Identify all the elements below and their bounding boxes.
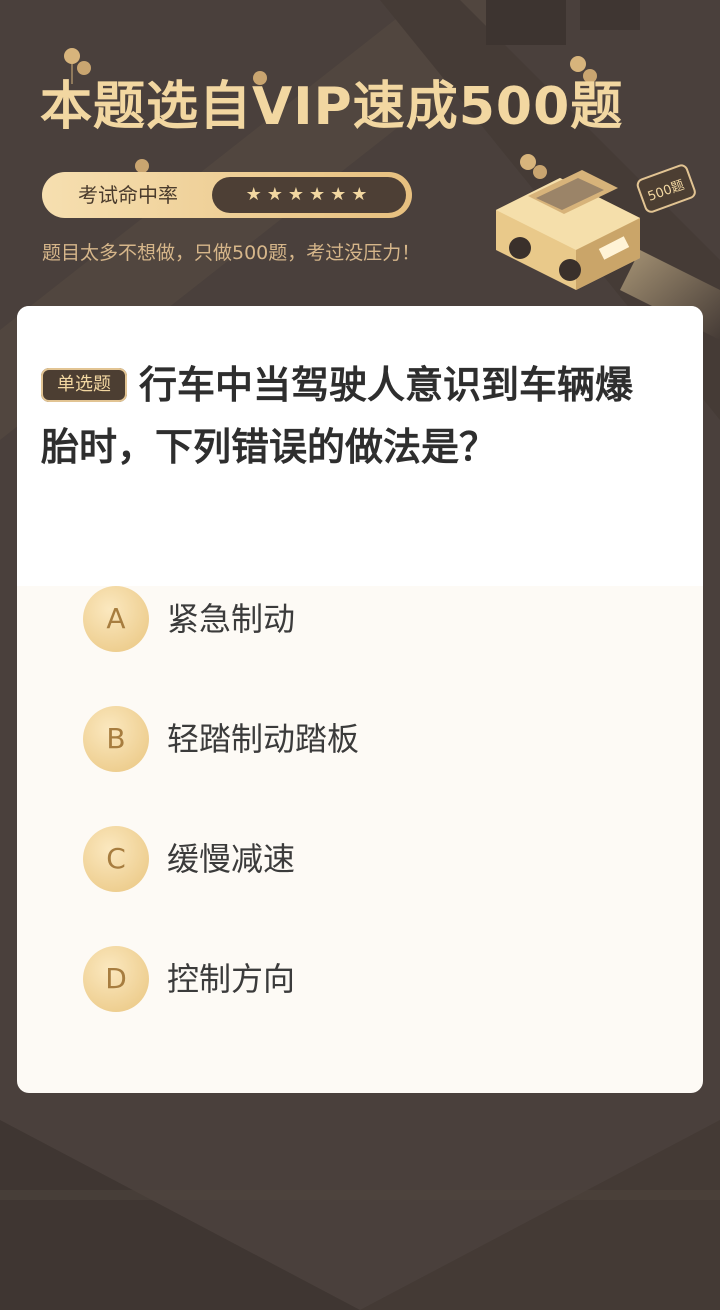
option-c[interactable]: C 缓慢减速 (83, 826, 643, 892)
option-letter: B (83, 706, 149, 772)
page-title: 本题选自VIP速成500题 (40, 77, 624, 137)
hit-rate-label: 考试命中率 (78, 183, 178, 207)
option-letter: A (83, 586, 149, 652)
option-a[interactable]: A 紧急制动 (83, 586, 643, 652)
question-card: 行车中当驾驶人意识到车辆爆胎时，下列错误的做法是？ 单选题 A 紧急制动 B 轻… (17, 306, 703, 1093)
option-letter: D (83, 946, 149, 1012)
option-text: 轻踏制动踏板 (167, 720, 360, 758)
option-text: 缓慢减速 (167, 840, 296, 878)
option-letter: C (83, 826, 149, 892)
star-rating: ★★★★★★ (212, 177, 406, 213)
option-d[interactable]: D 控制方向 (83, 946, 643, 1012)
subtitle: 题目太多不想做，只做500题，考过没压力！ (42, 242, 421, 264)
question-text: 行车中当驾驶人意识到车辆爆胎时，下列错误的做法是？ (41, 363, 634, 469)
question-type-badge: 单选题 (41, 368, 127, 402)
option-text: 紧急制动 (167, 600, 296, 638)
option-b[interactable]: B 轻踏制动踏板 (83, 706, 643, 772)
option-text: 控制方向 (167, 960, 296, 998)
hit-rate-pill: 考试命中率 ★★★★★★ (42, 172, 412, 218)
